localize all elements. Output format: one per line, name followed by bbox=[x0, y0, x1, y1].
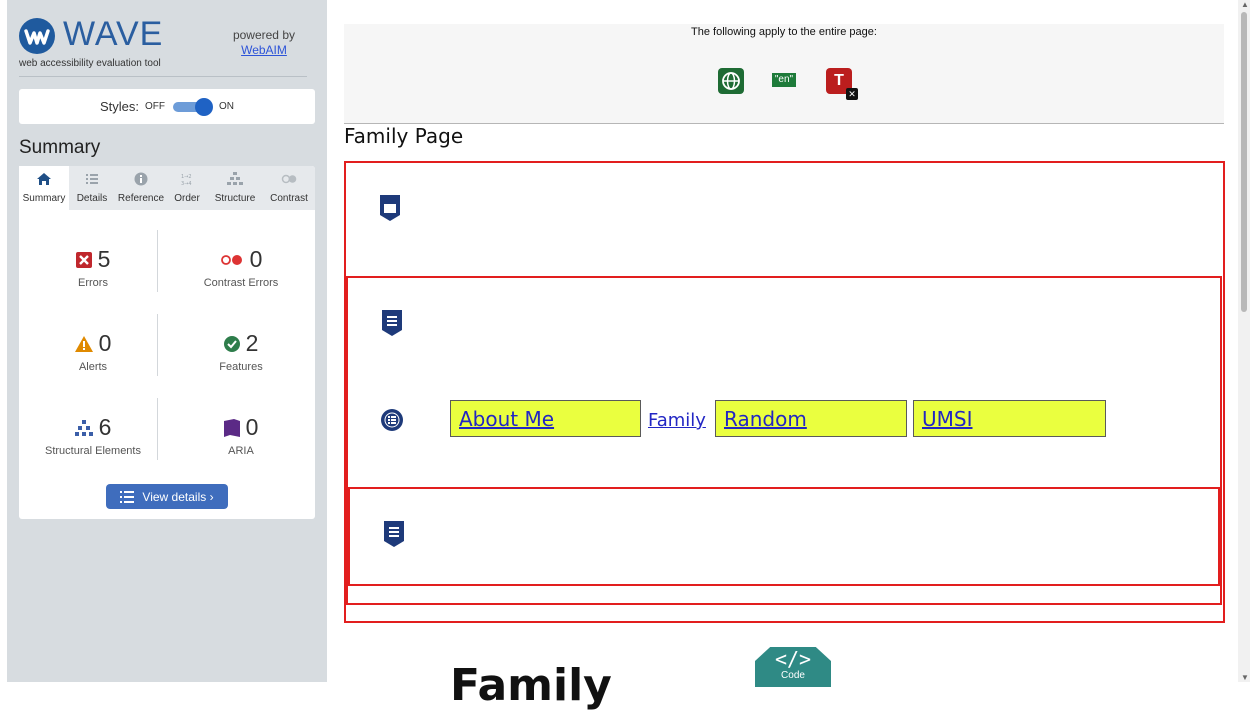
alert-icon bbox=[74, 335, 93, 352]
home-icon bbox=[37, 173, 51, 185]
tab-reference[interactable]: Reference bbox=[115, 166, 167, 210]
stat-value: 5 bbox=[97, 246, 111, 272]
view-details-label: View details › bbox=[142, 489, 214, 504]
svg-text:3→4: 3→4 bbox=[181, 181, 192, 186]
toggle-knob bbox=[195, 97, 213, 116]
stat-alerts[interactable]: 0 Alerts bbox=[19, 330, 167, 414]
wave-tagline: web accessibility evaluation tool bbox=[19, 58, 161, 69]
stat-value: 0 bbox=[249, 246, 263, 272]
tab-summary[interactable]: Summary bbox=[19, 166, 69, 210]
navigation-icon[interactable] bbox=[381, 409, 403, 431]
tab-label: Details bbox=[76, 193, 108, 204]
scroll-up-icon[interactable]: ▲ bbox=[1241, 0, 1249, 9]
structure-icon bbox=[74, 419, 93, 436]
nav-item-about: About Me bbox=[450, 400, 641, 437]
scroll-down-icon[interactable]: ▼ bbox=[1241, 673, 1249, 682]
contrast-icon bbox=[281, 174, 297, 184]
header-icon[interactable] bbox=[382, 310, 402, 336]
feature-check-icon bbox=[223, 335, 240, 352]
nav-link-family[interactable]: Family bbox=[648, 410, 706, 431]
close-icon: ✕ bbox=[846, 88, 858, 100]
footer-region bbox=[348, 487, 1220, 586]
tab-label: Structure bbox=[214, 193, 256, 204]
tab-details[interactable]: Details bbox=[69, 166, 115, 210]
language-globe-icon[interactable] bbox=[718, 68, 744, 94]
tab-label: Summary bbox=[22, 193, 66, 204]
tab-label: Contrast bbox=[270, 193, 308, 204]
nav-item-random: Random bbox=[715, 400, 907, 437]
lang-badge[interactable]: "en" bbox=[772, 73, 796, 87]
tab-order[interactable]: 1→2 3→4 Order bbox=[167, 166, 207, 210]
nav-item-umsi: UMSI bbox=[913, 400, 1106, 437]
styles-toggle[interactable] bbox=[173, 97, 213, 116]
page-title: Family Page bbox=[344, 124, 464, 148]
summary-heading: Summary bbox=[19, 137, 101, 158]
styles-label: Styles: bbox=[99, 99, 139, 114]
page-heading: Family bbox=[450, 660, 612, 711]
tab-label: Order bbox=[174, 193, 200, 204]
stat-value: 6 bbox=[98, 414, 112, 440]
stat-value: 0 bbox=[98, 330, 112, 356]
stat-label: Features bbox=[219, 361, 263, 373]
tab-bar: Summary Details Reference 1→2 3→4 Order S… bbox=[19, 166, 315, 210]
info-icon bbox=[134, 172, 148, 186]
nav-link-random[interactable]: Random bbox=[724, 407, 807, 431]
stat-value: 2 bbox=[245, 330, 259, 356]
view-details-button[interactable]: View details › bbox=[106, 484, 228, 509]
wave-sidebar: WAVE web accessibility evaluation tool p… bbox=[7, 0, 327, 682]
order-icon: 1→23→4 bbox=[181, 174, 192, 186]
structure-icon bbox=[227, 172, 243, 185]
code-symbol: </> bbox=[774, 647, 812, 671]
list-icon bbox=[120, 490, 135, 503]
summary-panel: Summary Details Reference 1→2 3→4 Order S… bbox=[19, 166, 315, 519]
stat-features[interactable]: 2 Features bbox=[167, 330, 315, 414]
stat-label: Contrast Errors bbox=[203, 277, 279, 289]
page-level-icons: The following apply to the entire page: … bbox=[344, 24, 1224, 124]
webaim-link[interactable]: WebAIM bbox=[233, 43, 295, 58]
stat-errors[interactable]: 5 Errors bbox=[19, 246, 167, 330]
list-icon bbox=[86, 174, 98, 184]
styles-toggle-bar: Styles: OFF ON bbox=[19, 89, 315, 124]
scroll-thumb[interactable] bbox=[1241, 12, 1247, 312]
code-badge[interactable]: </> Code bbox=[755, 647, 831, 687]
tab-label: Reference bbox=[117, 193, 165, 204]
nav-link-umsi[interactable]: UMSI bbox=[922, 407, 973, 431]
stat-label: Alerts bbox=[78, 361, 108, 373]
scrollbar[interactable]: ▲ ▼ bbox=[1238, 0, 1250, 682]
aria-icon bbox=[223, 418, 240, 437]
wave-brand: WAVE web accessibility evaluation tool p… bbox=[19, 15, 307, 77]
code-label: Code bbox=[781, 670, 805, 681]
missing-title-error-icon[interactable]: T ✕ bbox=[826, 68, 858, 100]
styles-off-label: OFF bbox=[145, 101, 165, 112]
wave-logo-icon bbox=[19, 18, 55, 54]
landmark-icon[interactable] bbox=[380, 195, 400, 221]
page-note: The following apply to the entire page: bbox=[691, 26, 877, 38]
stat-contrast-errors[interactable]: 0 Contrast Errors bbox=[167, 246, 315, 330]
stat-label: Errors bbox=[78, 277, 108, 289]
styles-on-label: ON bbox=[219, 101, 234, 112]
powered-by: powered by WebAIM bbox=[233, 28, 295, 58]
stat-label: Structural Elements bbox=[45, 445, 141, 457]
error-icon bbox=[75, 251, 92, 268]
footer-icon[interactable] bbox=[384, 521, 404, 547]
contrast-error-icon bbox=[220, 254, 242, 265]
tab-contrast[interactable]: Contrast bbox=[263, 166, 315, 210]
svg-text:1→2: 1→2 bbox=[181, 174, 192, 180]
wave-logo-text: WAVE bbox=[63, 15, 164, 53]
nav-link-about[interactable]: About Me bbox=[459, 407, 554, 431]
stat-label: ARIA bbox=[228, 445, 254, 457]
powered-by-label: powered by bbox=[232, 28, 295, 42]
tab-structure[interactable]: Structure bbox=[207, 166, 263, 210]
stat-value: 0 bbox=[245, 414, 259, 440]
